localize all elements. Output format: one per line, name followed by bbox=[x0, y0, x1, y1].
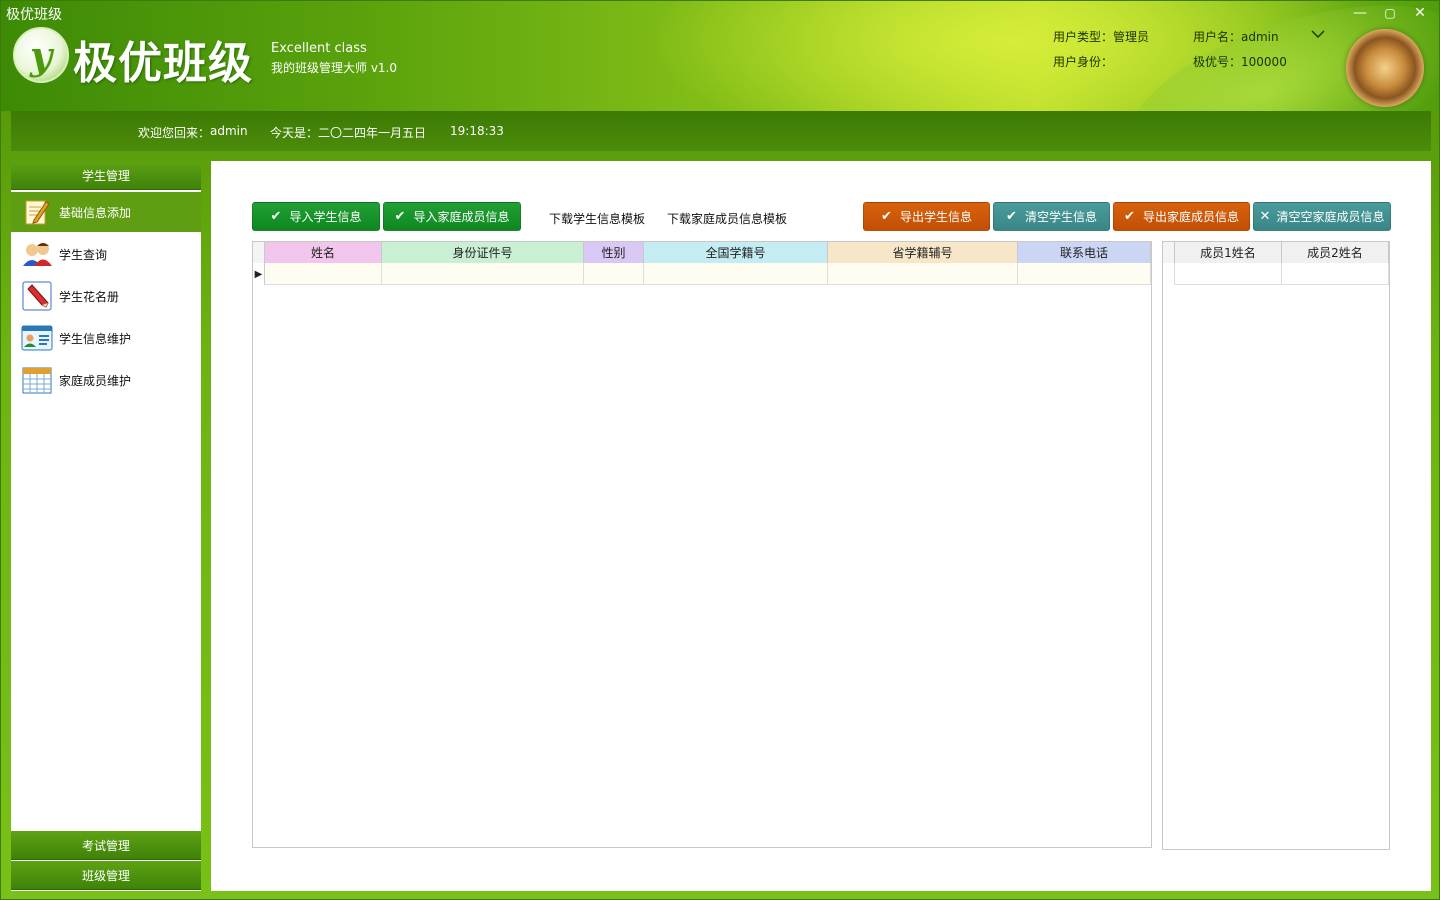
sidebar-item-label: 学生花名册 bbox=[59, 289, 120, 304]
button-label: 导出学生信息 bbox=[899, 210, 972, 224]
family-grid-header: 成员1姓名 成员2姓名 bbox=[1163, 242, 1389, 263]
logo-icon: y bbox=[13, 27, 69, 83]
row-pointer-icon: ▶ bbox=[253, 263, 265, 285]
username: 用户名：admin bbox=[1193, 28, 1279, 45]
brand-subtitle: 我的班级管理大师 v1.0 bbox=[271, 61, 398, 75]
main-content: ✔ 导入学生信息 ✔ 导入家庭成员信息 下载学生信息模板 下载家庭成员信息模板 … bbox=[211, 161, 1431, 891]
calendar-grid-icon bbox=[21, 364, 53, 396]
column-header-member1-name[interactable]: 成员1姓名 bbox=[1175, 242, 1282, 263]
button-label: 导出家庭成员信息 bbox=[1142, 210, 1239, 224]
user-menu-chevron-down-icon[interactable] bbox=[1311, 27, 1325, 43]
sidebar-item-family-maintain[interactable]: 家庭成员维护 bbox=[11, 360, 201, 400]
table-row[interactable] bbox=[1163, 263, 1389, 285]
username-value: admin bbox=[1241, 30, 1279, 44]
sidebar-section-student[interactable]: 学生管理 bbox=[11, 161, 201, 190]
table-cell[interactable] bbox=[1018, 263, 1151, 285]
brand-english: Excellent class bbox=[271, 41, 367, 56]
column-header-name[interactable]: 姓名 bbox=[265, 242, 382, 263]
greeting-label: 欢迎您回来： bbox=[138, 126, 211, 140]
snail-decoration-icon bbox=[1346, 29, 1424, 107]
row-header-corner bbox=[1163, 242, 1175, 263]
sidebar-item-label: 家庭成员维护 bbox=[59, 373, 132, 388]
table-cell[interactable] bbox=[644, 263, 828, 285]
sidebar-section-exam[interactable]: 考试管理 bbox=[11, 831, 201, 860]
student-grid-header: 姓名 身份证件号 性别 全国学籍号 省学籍辅号 联系电话 bbox=[253, 242, 1151, 263]
close-icon: ✕ bbox=[1259, 209, 1271, 224]
app-header: 极优班级 y 极优班级 Excellent class 我的班级管理大师 v1.… bbox=[1, 1, 1439, 111]
table-cell[interactable] bbox=[265, 263, 382, 285]
sidebar-item-basic-info-add[interactable]: 基础信息添加 bbox=[11, 192, 201, 232]
check-icon: ✔ bbox=[1006, 209, 1017, 224]
user-type-value: 管理员 bbox=[1113, 30, 1150, 44]
user-type: 用户类型：管理员 bbox=[1053, 28, 1149, 45]
column-header-provincial-student-no[interactable]: 省学籍辅号 bbox=[828, 242, 1018, 263]
date-label: 今天是： bbox=[270, 126, 319, 140]
username-label: 用户名： bbox=[1193, 30, 1242, 44]
jiyou-no-value: 100000 bbox=[1241, 55, 1287, 69]
sidebar-item-label: 基础信息添加 bbox=[59, 205, 132, 220]
button-label: 清空学生信息 bbox=[1024, 210, 1097, 224]
current-time: 19:18:33 bbox=[450, 124, 504, 138]
brand-name: 极优班级 bbox=[73, 38, 253, 89]
user-identity: 用户身份： bbox=[1053, 53, 1113, 70]
button-label: 导入家庭成员信息 bbox=[413, 210, 510, 224]
date-value: 二〇二四年一月五日 bbox=[318, 126, 427, 140]
export-family-button[interactable]: ✔ 导出家庭成员信息 bbox=[1113, 202, 1250, 231]
download-student-template-link[interactable]: 下载学生信息模板 bbox=[549, 210, 645, 227]
jiyou-number: 极优号：100000 bbox=[1193, 53, 1287, 70]
sidebar-item-student-roster[interactable]: 学生花名册 bbox=[11, 276, 201, 316]
column-header-phone[interactable]: 联系电话 bbox=[1018, 242, 1151, 263]
greeting-user: admin bbox=[210, 124, 248, 138]
clear-family-button[interactable]: ✕ 清空空家庭成员信息 bbox=[1253, 202, 1391, 231]
check-icon: ✔ bbox=[394, 209, 406, 224]
pencil-icon bbox=[21, 280, 53, 312]
row-selector bbox=[1163, 263, 1175, 285]
column-header-id-number[interactable]: 身份证件号 bbox=[382, 242, 584, 263]
jiyou-no-label: 极优号： bbox=[1193, 55, 1242, 69]
table-row[interactable]: ▶ bbox=[253, 263, 1151, 285]
table-cell[interactable] bbox=[584, 263, 644, 285]
app-window: 极优班级 y 极优班级 Excellent class 我的班级管理大师 v1.… bbox=[0, 0, 1440, 900]
minimize-button[interactable]: — bbox=[1346, 3, 1374, 23]
id-card-icon bbox=[21, 322, 53, 354]
sidebar-item-student-query[interactable]: 学生查询 bbox=[11, 234, 201, 274]
download-family-template-link[interactable]: 下载家庭成员信息模板 bbox=[667, 210, 787, 227]
table-cell[interactable] bbox=[1175, 263, 1282, 285]
column-header-national-student-no[interactable]: 全国学籍号 bbox=[644, 242, 828, 263]
sidebar-item-label: 学生信息维护 bbox=[59, 331, 132, 346]
table-cell[interactable] bbox=[1282, 263, 1389, 285]
import-student-button[interactable]: ✔ 导入学生信息 bbox=[252, 202, 380, 231]
edit-note-icon bbox=[21, 196, 53, 228]
check-icon: ✔ bbox=[881, 209, 892, 224]
sidebar: 学生管理 基础信息添加 学生查询 学生花名册 学生信息维护 家庭成员维护 考试管… bbox=[11, 161, 201, 891]
table-cell[interactable] bbox=[382, 263, 584, 285]
users-icon bbox=[21, 238, 53, 270]
user-type-label: 用户类型： bbox=[1053, 30, 1114, 44]
button-label: 清空空家庭成员信息 bbox=[1276, 210, 1385, 224]
family-grid[interactable]: 成员1姓名 成员2姓名 bbox=[1162, 241, 1390, 850]
column-header-gender[interactable]: 性别 bbox=[584, 242, 644, 263]
identity-label: 用户身份： bbox=[1053, 55, 1114, 69]
row-header-corner bbox=[253, 242, 265, 263]
window-title: 极优班级 bbox=[6, 7, 62, 23]
table-cell[interactable] bbox=[828, 263, 1018, 285]
sidebar-item-student-info-maintain[interactable]: 学生信息维护 bbox=[11, 318, 201, 358]
check-icon: ✔ bbox=[1124, 209, 1135, 224]
close-button[interactable]: ✕ bbox=[1406, 3, 1434, 23]
export-student-button[interactable]: ✔ 导出学生信息 bbox=[863, 202, 990, 231]
button-label: 导入学生信息 bbox=[289, 210, 362, 224]
sidebar-section-class[interactable]: 班级管理 bbox=[11, 861, 201, 890]
sidebar-item-label: 学生查询 bbox=[59, 247, 108, 262]
maximize-button[interactable]: ▢ bbox=[1376, 3, 1404, 23]
check-icon: ✔ bbox=[270, 209, 282, 224]
import-family-button[interactable]: ✔ 导入家庭成员信息 bbox=[383, 202, 521, 231]
clear-student-button[interactable]: ✔ 清空学生信息 bbox=[993, 202, 1110, 231]
student-grid[interactable]: 姓名 身份证件号 性别 全国学籍号 省学籍辅号 联系电话 ▶ bbox=[252, 241, 1152, 848]
column-header-member2-name[interactable]: 成员2姓名 bbox=[1282, 242, 1389, 263]
welcome-bar: 欢迎您回来： admin 今天是： 二〇二四年一月五日 19:18:33 bbox=[11, 111, 1431, 151]
